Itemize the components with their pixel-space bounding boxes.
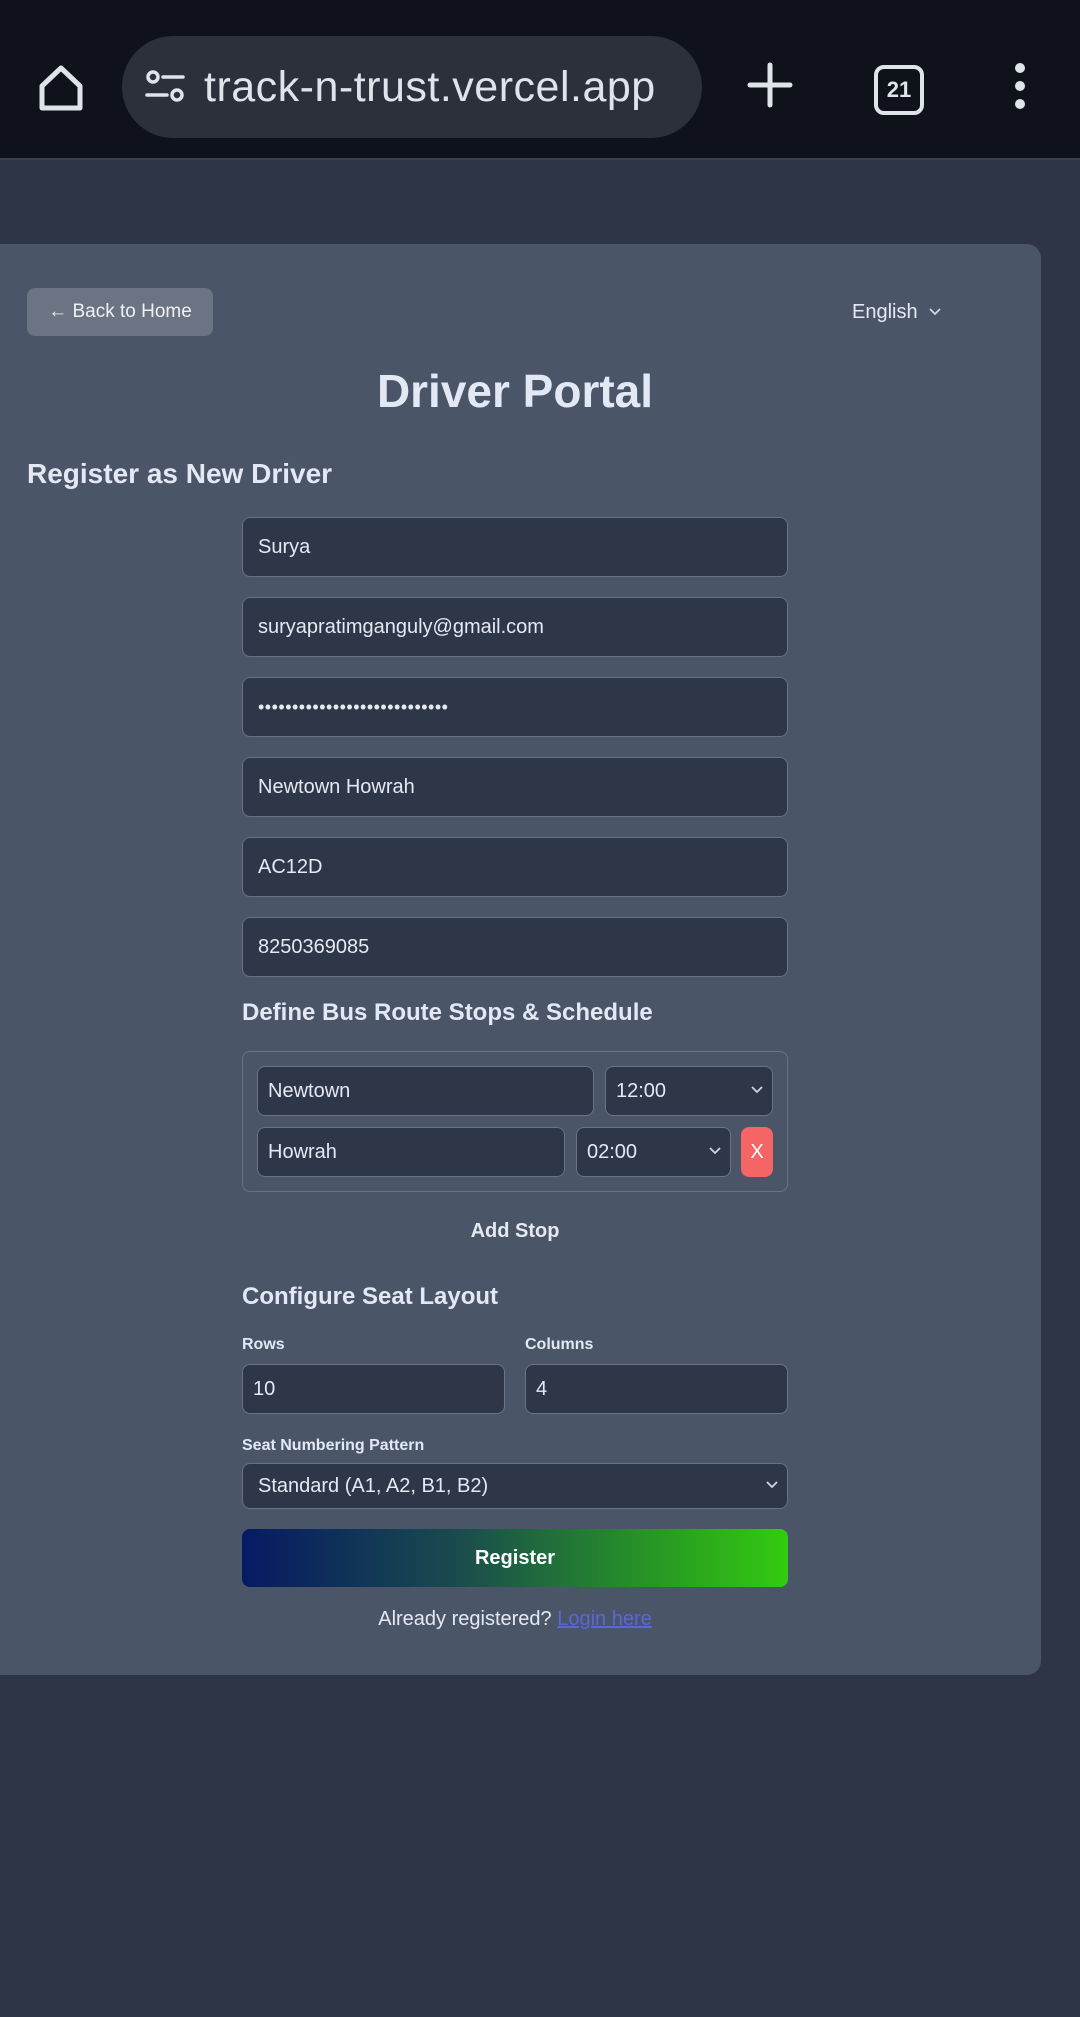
register-button[interactable]: Register [242,1529,788,1587]
bus-number-input[interactable]: AC12D [242,837,788,897]
tab-switcher-button[interactable]: 21 [874,65,924,115]
stop-time-select[interactable]: 02:00 [576,1127,731,1177]
chevron-down-icon [709,1147,721,1155]
stop-name-input[interactable]: Howrah [257,1127,565,1177]
stop-time-select[interactable]: 12:00 [605,1066,773,1116]
remove-stop-button[interactable]: X [741,1127,773,1177]
phone-input[interactable]: 8250369085 [242,917,788,977]
columns-input[interactable]: 4 [525,1364,788,1414]
login-link[interactable]: Login here [557,1608,652,1630]
rows-input[interactable]: 10 [242,1364,505,1414]
stop-time-value: 02:00 [587,1140,638,1163]
stop-time-value: 12:00 [616,1079,667,1102]
chevron-down-icon [928,308,941,316]
url-text: track-n-trust.vercel.app [204,62,656,111]
home-icon[interactable] [30,58,92,116]
stop-name-input[interactable]: Newtown [257,1066,594,1116]
add-stop-button[interactable]: Add Stop [242,1220,788,1243]
site-settings-icon[interactable] [142,64,188,110]
language-value: English [852,300,918,323]
password-input[interactable]: •••••••••••••••••••••••••••• [242,677,788,737]
chevron-down-icon [751,1086,763,1094]
columns-label: Columns [525,1336,594,1353]
name-input[interactable]: Surya [242,517,788,577]
seat-pattern-select[interactable]: Standard (A1, A2, B1, B2) [242,1463,788,1509]
already-registered-text: Already registered? [378,1608,552,1630]
tab-count: 21 [886,77,912,102]
back-to-home-button[interactable]: ← Back to Home [27,288,213,336]
email-input[interactable]: suryapratimganguly@gmail.com [242,597,788,657]
route-input[interactable]: Newtown Howrah [242,757,788,817]
seat-layout-title: Configure Seat Layout [242,1283,499,1310]
login-prompt: Already registered? Login here [242,1608,788,1631]
rows-label: Rows [242,1336,285,1353]
register-section-title: Register as New Driver [27,458,333,489]
chevron-down-icon [766,1481,778,1489]
seat-pattern-value: Standard (A1, A2, B1, B2) [258,1474,489,1497]
browser-toolbar: track-n-trust.vercel.app 21 [0,0,1080,160]
page-title: Driver Portal [376,365,654,417]
language-select[interactable]: English [852,296,942,328]
new-tab-icon[interactable] [745,60,795,110]
address-bar[interactable]: track-n-trust.vercel.app [122,36,702,138]
more-menu-icon[interactable] [1008,62,1032,110]
route-stops-title: Define Bus Route Stops & Schedule [242,999,653,1026]
seat-pattern-label: Seat Numbering Pattern [242,1437,425,1454]
